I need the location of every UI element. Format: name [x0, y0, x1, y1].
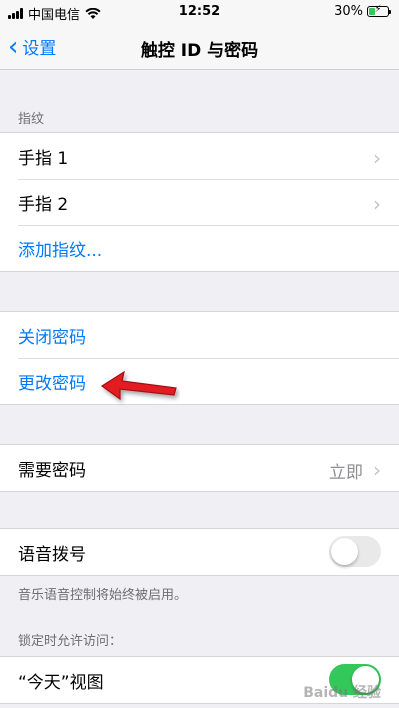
list-item-finger-1[interactable]: 手指 1 ›	[0, 133, 399, 179]
voice-dial-toggle[interactable]	[329, 536, 381, 567]
page-title: 触控 ID 与密码	[140, 41, 259, 61]
watermark: Baidu 经验	[303, 685, 381, 701]
fingerprints-group: 手指 1 › 手指 2 › 添加指纹...	[0, 132, 399, 272]
voice-dial-row: 语音拨号	[0, 529, 399, 575]
turn-off-passcode-button[interactable]: 关闭密码	[0, 312, 399, 358]
change-passcode-button[interactable]: 更改密码	[0, 358, 399, 404]
require-passcode-group: 需要密码 立即 ›	[0, 444, 399, 492]
add-fingerprint-label: 添加指纹...	[18, 240, 103, 261]
add-fingerprint-button[interactable]: 添加指纹...	[0, 225, 399, 271]
voice-dial-note: 音乐语音控制将始终被启用。	[18, 588, 188, 603]
finger-2-label: 手指 2	[18, 194, 69, 215]
require-passcode-label: 需要密码	[18, 460, 86, 481]
chevron-right-icon: ›	[373, 146, 381, 170]
require-passcode-row[interactable]: 需要密码 立即 ›	[0, 445, 399, 491]
battery-icon: ⚡	[367, 4, 391, 17]
red-arrow-icon	[100, 370, 177, 401]
voice-dial-label: 语音拨号	[18, 544, 86, 565]
today-view-label: “今天”视图	[18, 672, 104, 693]
turn-off-passcode-label: 关闭密码	[18, 327, 86, 348]
navigation-bar: ‹ 设置 触控 ID 与密码	[0, 24, 399, 70]
chevron-right-icon: ›	[373, 192, 381, 216]
require-passcode-value: 立即	[329, 463, 363, 483]
finger-1-label: 手指 1	[18, 148, 69, 169]
battery-percent: 30%	[334, 4, 363, 19]
voice-dial-group: 语音拨号	[0, 528, 399, 576]
passcode-group: 关闭密码 更改密码	[0, 311, 399, 405]
status-right: 30% ⚡	[334, 4, 391, 19]
list-item-finger-2[interactable]: 手指 2 ›	[0, 179, 399, 225]
chevron-right-icon: ›	[373, 458, 381, 482]
lock-access-header: 锁定时允许访问：	[18, 634, 123, 649]
change-passcode-label: 更改密码	[18, 373, 86, 394]
status-bar: 中国电信 12:52 30% ⚡	[0, 0, 399, 24]
fingerprints-header: 指纹	[18, 112, 45, 127]
